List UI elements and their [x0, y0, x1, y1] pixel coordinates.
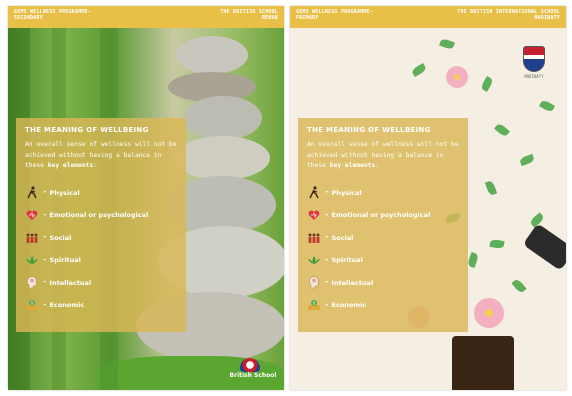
list-item-emotional: • Emotional or psychological [307, 204, 459, 227]
school-line-2: MADINATY [534, 15, 560, 21]
key-elements-emphasis: key elements [329, 162, 376, 169]
school-crest-logo: MADINATY [520, 46, 548, 86]
money-icon: $ [307, 298, 321, 312]
item-label: Economic [331, 301, 367, 310]
header-bar: GEMS WELLNESS PROGRAMME- PRIMARY THE BRI… [290, 6, 566, 28]
school-seal-icon [240, 358, 260, 372]
poster-secondary: GEMS WELLNESS PROGRAMME- SECONDARY THE B… [8, 6, 284, 390]
head-brain-icon [25, 276, 39, 290]
intro-text: An overall sense of wellness will not be… [25, 141, 177, 169]
money-icon: $ [25, 298, 39, 312]
school-label: THE BRITISH INTERNATIONAL SCHOOL MADINAT… [457, 9, 560, 21]
running-figure-icon [307, 186, 321, 200]
item-label: Emotional or psychological [331, 211, 431, 220]
item-label: Spiritual [49, 256, 81, 265]
item-label: Emotional or psychological [49, 211, 149, 220]
list-item-spiritual: • Spiritual [25, 249, 177, 272]
header-bar: GEMS WELLNESS PROGRAMME- SECONDARY THE B… [8, 6, 284, 28]
crest-icon [523, 46, 545, 72]
programme-label: GEMS WELLNESS PROGRAMME- SECONDARY [14, 9, 91, 21]
list-item-economic: $ • Economic [307, 294, 459, 317]
item-label: Physical [331, 188, 362, 197]
panel-title: THE MEANING OF WELLBEING [307, 126, 431, 134]
school-line-2: REHAB [261, 15, 278, 21]
key-elements-emphasis: key elements [47, 162, 94, 169]
item-label: Physical [49, 188, 80, 197]
people-icon [25, 231, 39, 245]
list-item-emotional: • Emotional or psychological [25, 204, 177, 227]
british-school-logo: British School [226, 358, 280, 386]
programme-label: GEMS WELLNESS PROGRAMME- PRIMARY [296, 9, 373, 21]
list-item-physical: • Physical [307, 182, 459, 205]
lotus-icon [25, 253, 39, 267]
people-icon [307, 231, 321, 245]
logo-text: British School [229, 372, 277, 379]
wellbeing-panel: THE MEANING OF WELLBEING An overall sens… [298, 118, 468, 332]
item-label: Social [331, 233, 354, 242]
item-label: Economic [49, 301, 85, 310]
programme-line-2: PRIMARY [296, 15, 319, 21]
list-item-intellectual: • Intellectual [307, 272, 459, 295]
heart-icon [25, 208, 39, 222]
list-item-social: • Social [307, 227, 459, 250]
logo-caption: MADINATY [524, 74, 544, 79]
list-item-economic: $ • Economic [25, 294, 177, 317]
svg-text:$: $ [313, 301, 316, 306]
poster-primary: GEMS WELLNESS PROGRAMME- PRIMARY THE BRI… [290, 6, 566, 390]
school-label: THE BRITISH SCHOOL REHAB [220, 9, 278, 21]
list-item-social: • Social [25, 227, 177, 250]
programme-line-2: SECONDARY [14, 15, 43, 21]
panel-title: THE MEANING OF WELLBEING [25, 126, 149, 134]
running-figure-icon [25, 186, 39, 200]
wellbeing-panel: THE MEANING OF WELLBEING An overall sens… [16, 118, 186, 332]
intro-text: An overall sense of wellness will not be… [307, 141, 459, 169]
list-item-physical: • Physical [25, 182, 177, 205]
heart-icon [307, 208, 321, 222]
svg-text:$: $ [31, 301, 34, 306]
list-item-intellectual: • Intellectual [25, 272, 177, 295]
item-label: Spiritual [331, 256, 363, 265]
list-item-spiritual: • Spiritual [307, 249, 459, 272]
item-label: Intellectual [331, 278, 374, 287]
item-label: Intellectual [49, 278, 92, 287]
lotus-icon [307, 253, 321, 267]
item-label: Social [49, 233, 72, 242]
head-brain-icon [307, 276, 321, 290]
